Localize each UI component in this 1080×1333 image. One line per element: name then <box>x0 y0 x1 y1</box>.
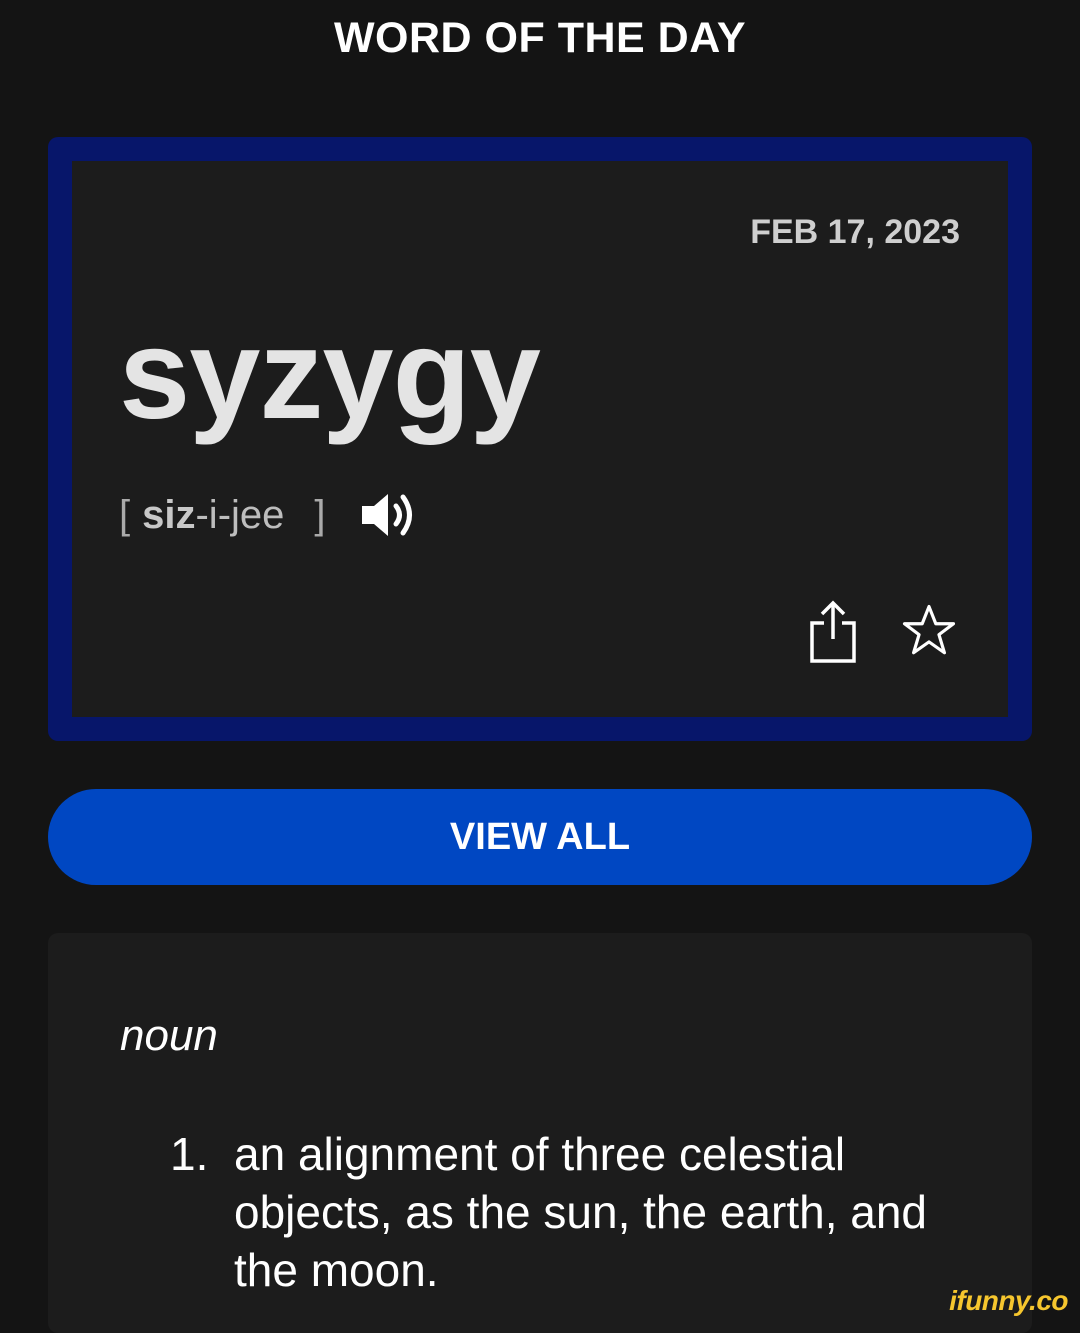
pronunciation-rest: -i-jee <box>195 492 285 537</box>
watermark-logo: ifunny.co <box>949 1285 1068 1316</box>
page-title: WORD OF THE DAY <box>333 14 747 62</box>
pronunciation-open-bracket: [ <box>119 492 131 537</box>
word-date: FEB 17, 2023 <box>750 213 960 251</box>
view-all-button[interactable]: VIEW ALL <box>48 789 1032 885</box>
definition-card: noun 1. an alignment of three celestial … <box>48 933 1032 1333</box>
definition-entry: 1. an alignment of three celestial objec… <box>170 1125 970 1299</box>
star-icon[interactable] <box>900 599 958 663</box>
definition-text: an alignment of three celestial objects,… <box>234 1128 928 1296</box>
pronunciation: [ siz -i-jee ] <box>119 491 418 539</box>
card-actions <box>804 599 958 663</box>
part-of-speech: noun <box>120 1011 218 1060</box>
pronunciation-stressed-syllable: siz <box>142 492 196 537</box>
word-of-the-day-card: FEB 17, 2023 syzygy [ siz -i-jee ] <box>48 137 1032 741</box>
word-heading: syzygy <box>119 303 541 446</box>
share-icon[interactable] <box>804 599 862 663</box>
pronunciation-close-bracket: ] <box>314 492 326 537</box>
definition-number: 1. <box>170 1128 209 1180</box>
speaker-icon[interactable] <box>360 491 418 539</box>
